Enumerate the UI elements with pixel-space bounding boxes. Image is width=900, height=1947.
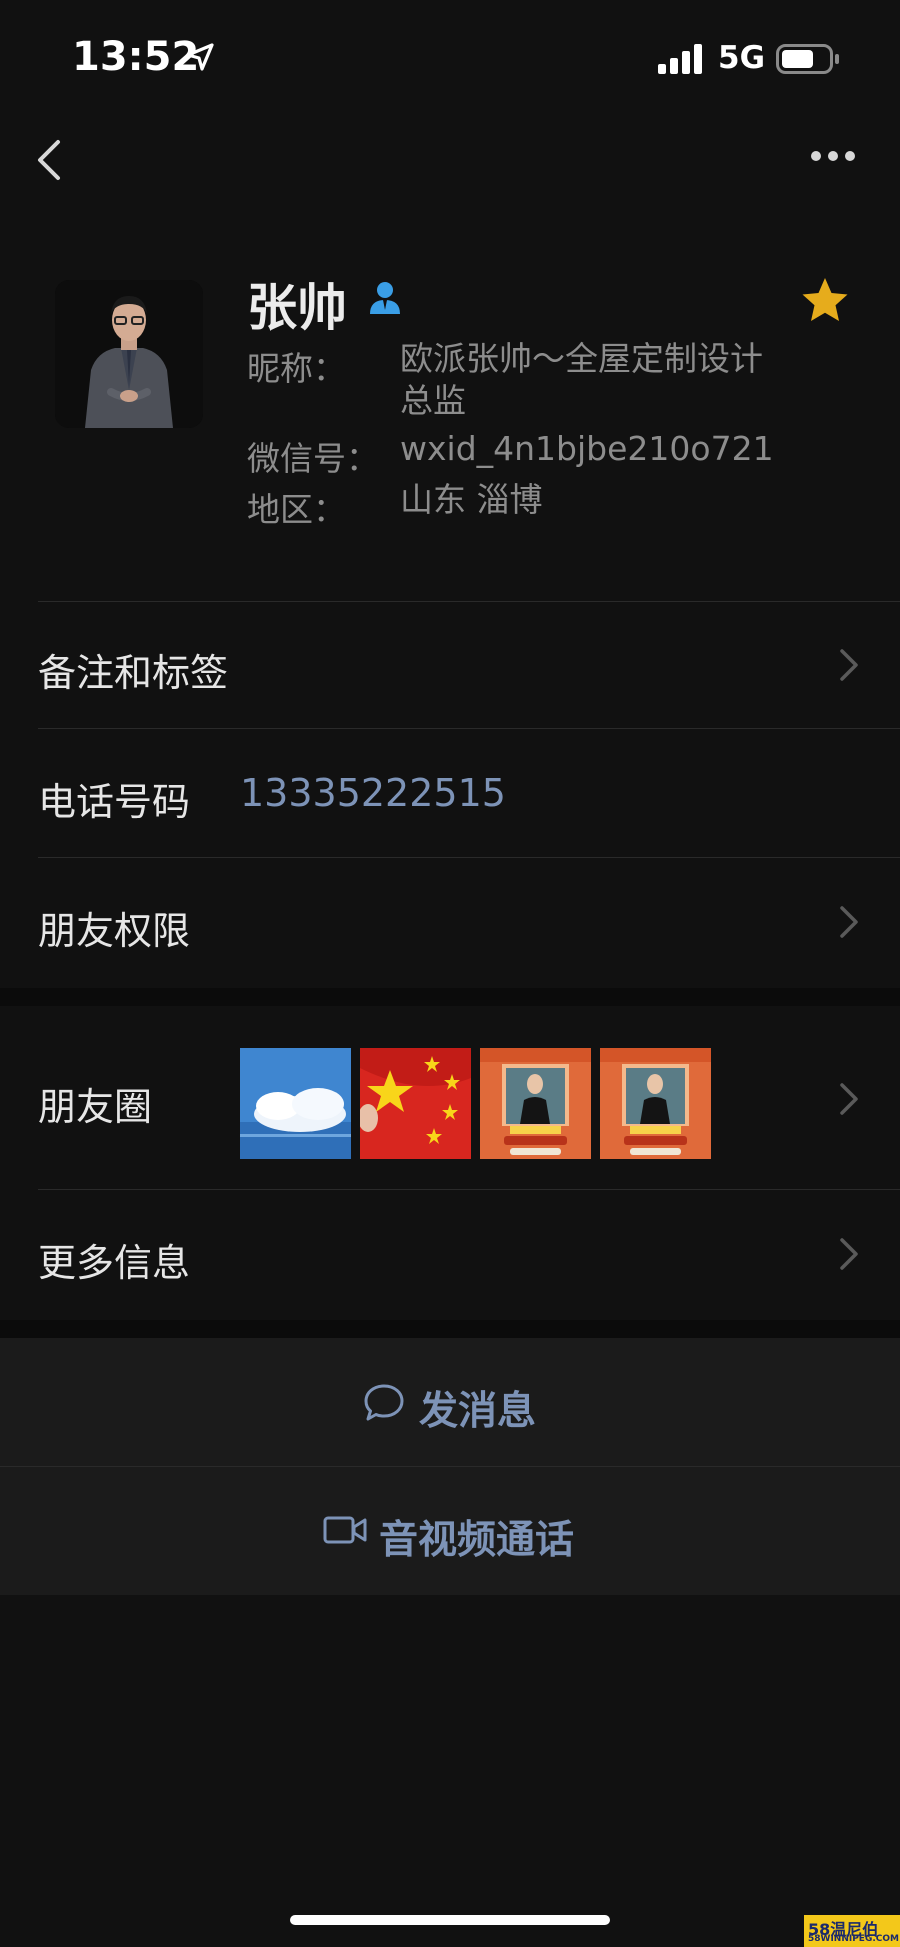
moments-label: 朋友圈 xyxy=(38,1085,153,1129)
nav-bar xyxy=(0,120,900,200)
nickname-value: 欧派张帅～全屋定制设计总监 xyxy=(400,339,763,420)
phone-number-value[interactable]: 13335222515 xyxy=(240,771,506,815)
phone-number-label: 电话号码 xyxy=(38,780,191,824)
more-options-icon[interactable] xyxy=(810,148,856,167)
moments-thumbnail-poster-1 xyxy=(480,1048,591,1159)
moments-row[interactable]: 朋友圈 xyxy=(0,1006,900,1189)
moments-thumbnail-sky xyxy=(240,1048,351,1159)
friend-permissions-label: 朋友权限 xyxy=(38,909,191,953)
video-camera-icon xyxy=(323,1515,367,1549)
avatar[interactable] xyxy=(55,280,203,428)
nickname-label: 昵称： xyxy=(247,349,346,388)
friend-permissions-row[interactable]: 朋友权限 xyxy=(0,858,900,988)
location-arrow-icon xyxy=(185,42,215,76)
chevron-right-icon xyxy=(838,904,860,944)
send-message-label: 发消息 xyxy=(419,1389,537,1434)
moments-thumbnails xyxy=(240,1048,711,1159)
contact-name: 张帅 xyxy=(247,279,347,337)
chevron-right-icon xyxy=(838,647,860,687)
profile-header: 张帅 昵称： 欧派张帅～全屋定制设计总监 微信号： wxid_4n1bjbe21… xyxy=(0,262,900,592)
send-message-button[interactable]: 发消息 xyxy=(0,1338,900,1466)
region-value: 山东 淄博 xyxy=(400,480,543,519)
section-gap xyxy=(0,1320,900,1338)
chat-bubble-icon xyxy=(363,1383,405,1427)
home-indicator[interactable] xyxy=(290,1915,610,1925)
video-call-button[interactable]: 音视频通话 xyxy=(0,1467,900,1595)
phone-number-row[interactable]: 电话号码 13335222515 xyxy=(0,729,900,857)
wechat-id-label: 微信号： xyxy=(247,439,379,478)
status-time: 13:52 xyxy=(72,34,200,80)
remarks-and-tags-row[interactable]: 备注和标签 xyxy=(0,602,900,728)
star-favorite-icon[interactable] xyxy=(800,276,850,328)
network-type: 5G xyxy=(718,40,766,76)
region-label: 地区： xyxy=(247,490,346,529)
watermark-logo: 58温尼伯 58WINNIPEG.COM xyxy=(804,1915,900,1947)
battery-icon xyxy=(776,44,840,78)
section-gap xyxy=(0,988,900,1006)
chevron-right-icon xyxy=(838,1081,860,1121)
more-info-label: 更多信息 xyxy=(38,1241,191,1285)
chevron-right-icon xyxy=(838,1236,860,1276)
moments-thumbnail-poster-2 xyxy=(600,1048,711,1159)
back-chevron-icon[interactable] xyxy=(34,138,64,186)
remarks-and-tags-label: 备注和标签 xyxy=(38,651,229,695)
cell-signal-icon xyxy=(658,44,704,78)
video-call-label: 音视频通话 xyxy=(379,1518,575,1563)
contact-person-icon xyxy=(366,278,404,320)
status-bar: 13:52 5G xyxy=(0,0,900,110)
more-info-row[interactable]: 更多信息 xyxy=(0,1190,900,1320)
watermark-subtext: 58WINNIPEG.COM xyxy=(808,1934,899,1944)
wechat-id-value: wxid_4n1bjbe210o721 xyxy=(400,429,774,468)
moments-thumbnail-flag xyxy=(360,1048,471,1159)
